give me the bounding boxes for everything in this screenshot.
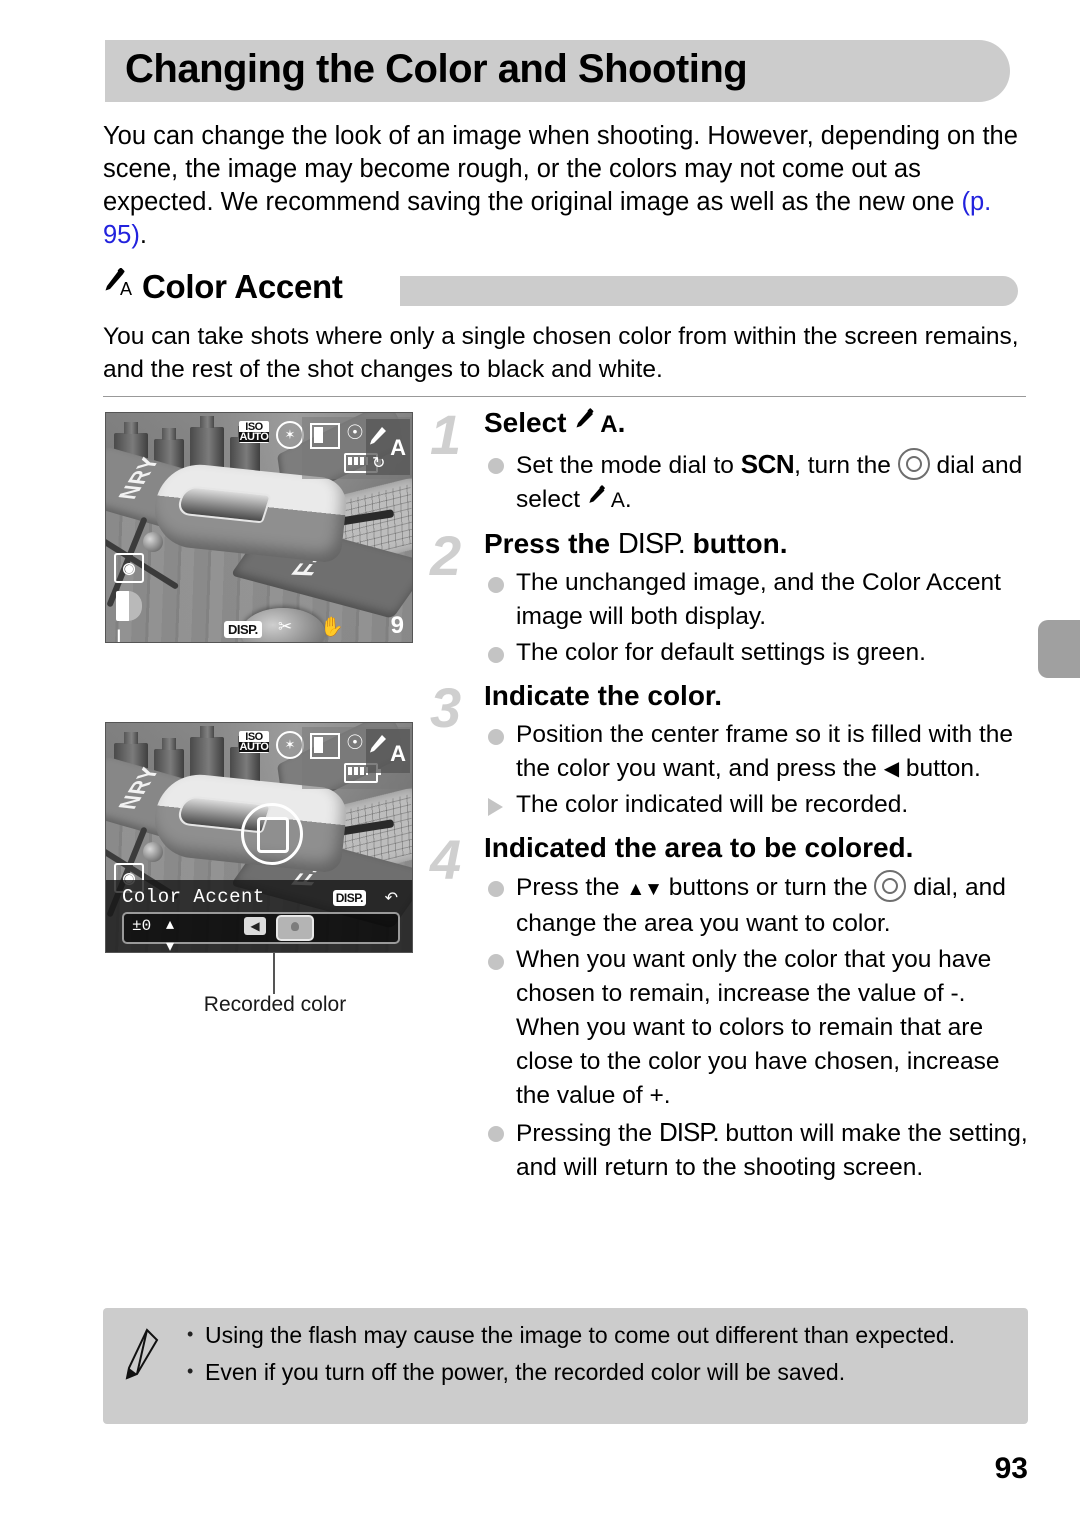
shots-remaining: 9 bbox=[390, 612, 404, 639]
mode-indicator-group-2: ☉ A bbox=[302, 727, 412, 789]
section-heading-band bbox=[400, 276, 1018, 306]
color-accent-icon: A bbox=[100, 268, 132, 298]
mode-indicator-group: ☉ A ↻ bbox=[302, 417, 412, 479]
section-divider bbox=[103, 396, 1026, 397]
scn-mode-label: SCN bbox=[740, 449, 795, 479]
steps-list: 1 Select A. Set the mode dial to SCN, tu… bbox=[430, 405, 1030, 1193]
color-accent-mode-badge-2: A bbox=[366, 729, 410, 773]
step-4: 4 Indicated the area to be colored. Pres… bbox=[430, 830, 1030, 1185]
contrast-icon-2 bbox=[310, 733, 340, 759]
section-heading: A Color Accent bbox=[100, 268, 343, 306]
mode-badge-letter: A bbox=[390, 435, 406, 460]
color-accent-value: ±0 bbox=[132, 917, 152, 935]
bullet: The unchanged image, and the Color Accen… bbox=[484, 566, 1030, 634]
step-2-bullets: The unchanged image, and the Color Accen… bbox=[484, 566, 1030, 670]
note-item: Even if you turn off the power, the reco… bbox=[185, 1356, 1010, 1388]
disp-button-hint-2: DISP. bbox=[332, 890, 366, 906]
color-accent-panel-title: Color Accent bbox=[122, 886, 265, 908]
scissors-icon: ✂ bbox=[278, 617, 293, 636]
page-number: 93 bbox=[994, 1452, 1028, 1485]
color-accent-icon-inline-1 bbox=[574, 408, 600, 432]
figure-caption: Recorded color bbox=[203, 993, 347, 1016]
color-accent-mode-badge: A ↻ bbox=[366, 419, 410, 475]
bullet: Pressing the DISP. button will make the … bbox=[484, 1115, 1030, 1185]
caption-leader-line bbox=[273, 952, 275, 994]
bullet: Set the mode dial to SCN, turn the dial … bbox=[484, 447, 1030, 518]
disp-button-label: DISP. bbox=[617, 528, 686, 560]
pencil-icon bbox=[121, 1326, 161, 1389]
svg-text:A: A bbox=[120, 279, 132, 298]
image-size-icon: L bbox=[116, 625, 129, 643]
bullet-result: The color indicated will be recorded. bbox=[484, 788, 1030, 822]
intro-text-after-link: . bbox=[139, 221, 147, 249]
contrast-icon bbox=[310, 423, 340, 449]
iso-indicator: ISO AUTO bbox=[239, 421, 269, 443]
step-2: 2 Press the DISP. button. The unchanged … bbox=[430, 526, 1030, 670]
note-items: Using the flash may cause the image to c… bbox=[185, 1319, 1010, 1394]
step-3-number: 3 bbox=[430, 676, 462, 739]
iso-indicator-2: ISO AUTO bbox=[239, 731, 269, 753]
step-4-bullets: Press the ▲▼ buttons or turn the dial, a… bbox=[484, 870, 1030, 1185]
disp-button-label-2: DISP. bbox=[659, 1117, 720, 1147]
iso-value: AUTO bbox=[239, 431, 269, 443]
step-3-bullets: Position the center frame so it is fille… bbox=[484, 718, 1030, 822]
note-item: Using the flash may cause the image to c… bbox=[185, 1319, 1010, 1351]
mode-badge-letter-2: A bbox=[390, 741, 406, 766]
step-4-number: 4 bbox=[430, 828, 462, 891]
disp-button-hint: DISP. bbox=[224, 621, 262, 638]
step-2-number: 2 bbox=[430, 524, 462, 587]
up-down-arrows-icon: ▴ ▾ bbox=[166, 916, 175, 953]
intro-text-before-link: You can change the look of an image when… bbox=[103, 122, 1018, 216]
step-1: 1 Select A. Set the mode dial to SCN, tu… bbox=[430, 405, 1030, 518]
recorded-color-swatch bbox=[276, 915, 314, 941]
step-4-title: Indicated the area to be colored. bbox=[484, 832, 914, 863]
left-arrow-button-icon: ◀ bbox=[883, 758, 900, 780]
camera-shake-icon: ☉ bbox=[346, 422, 364, 444]
color-accent-panel: Color Accent DISP. ↶ ±0 ▴ ▾ ◀ bbox=[106, 880, 412, 952]
return-arrow-icon: ↶ bbox=[384, 890, 398, 907]
up-down-buttons-icon: ▲▼ bbox=[626, 879, 663, 900]
note-box: Using the flash may cause the image to c… bbox=[103, 1308, 1028, 1424]
section-description: You can take shots where only a single c… bbox=[103, 323, 1019, 383]
step-3-title: Indicate the color. bbox=[484, 680, 723, 711]
camera-lcd-color-accent-screen: NRY F-A ISO AUTO ✶ ☉ A ◉ Color Accent DI… bbox=[105, 722, 413, 953]
metering-mode-icon: ◉ bbox=[114, 553, 144, 583]
step-1-bullets: Set the mode dial to SCN, turn the dial … bbox=[484, 447, 1030, 518]
step-2-title: Press the DISP. button. bbox=[484, 528, 788, 560]
flash-sync-icon-2: ✶ bbox=[276, 731, 304, 759]
bullet: The color for default settings is green. bbox=[484, 636, 1030, 670]
image-stabilizer-icon: ✋ bbox=[320, 617, 344, 638]
intro-paragraph: You can change the look of an image when… bbox=[103, 120, 1028, 252]
bullet: Position the center frame so it is fille… bbox=[484, 718, 1030, 786]
camera-shake-icon-2: ☉ bbox=[346, 732, 364, 754]
section-title: Color Accent bbox=[142, 268, 343, 305]
left-button-icon[interactable]: ◀ bbox=[244, 917, 266, 935]
flash-sync-icon: ✶ bbox=[276, 421, 304, 449]
page-title: Changing the Color and Shooting bbox=[125, 47, 748, 91]
camera-lcd-shooting-screen: NRY F-A ISO AUTO ✶ ☉ A ↻ ◉ L DISP. ✂ ✋ 9 bbox=[105, 412, 413, 643]
control-dial-icon-2 bbox=[874, 870, 907, 902]
step-1-title: Select A. bbox=[484, 407, 626, 438]
step-1-number: 1 bbox=[430, 403, 462, 466]
bullet: When you want only the color that you ha… bbox=[484, 943, 1030, 1113]
image-quality-icon bbox=[116, 591, 142, 621]
step-3: 3 Indicate the color. Position the cente… bbox=[430, 678, 1030, 822]
color-accent-icon-inline-2 bbox=[587, 485, 611, 507]
bullet: Press the ▲▼ buttons or turn the dial, a… bbox=[484, 870, 1030, 941]
center-color-pick-frame bbox=[240, 803, 303, 866]
propeller-spinner-2 bbox=[142, 842, 163, 863]
mode-badge-arrow-icon: ↻ bbox=[372, 455, 386, 472]
propeller-spinner bbox=[142, 532, 163, 553]
control-dial-icon bbox=[897, 448, 930, 480]
chapter-thumb-tab bbox=[1038, 620, 1080, 678]
color-accent-adjust-bar[interactable]: ±0 ▴ ▾ ◀ bbox=[122, 912, 400, 952]
